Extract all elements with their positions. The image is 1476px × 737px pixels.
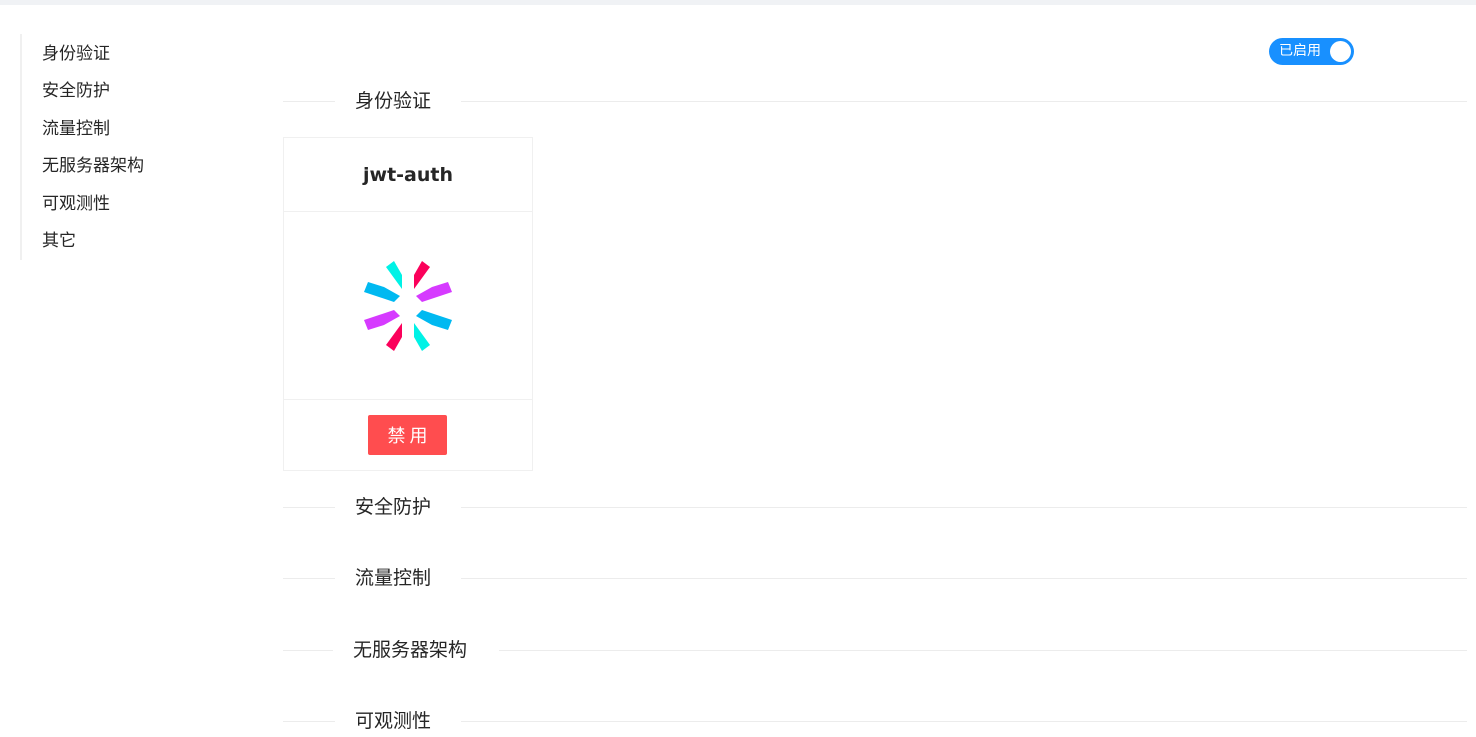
sidebar-item-serverless[interactable]: 无服务器架构	[42, 154, 144, 178]
sidebar-item-observability[interactable]: 可观测性	[42, 192, 110, 216]
section-divider-authentication: 身份验证	[283, 89, 1467, 113]
divider-line-left	[283, 101, 335, 102]
toggle-label: 已启用	[1279, 43, 1321, 59]
section-title: 身份验证	[355, 90, 432, 112]
disable-button[interactable]: 禁用	[368, 415, 447, 455]
divider-line-left	[283, 650, 333, 651]
divider-line-right	[461, 507, 1467, 508]
plugin-name: jwt-auth	[363, 163, 453, 186]
divider-line-right	[499, 650, 1467, 651]
top-bar	[0, 0, 1476, 5]
section-divider-serverless: 无服务器架构	[283, 638, 1467, 662]
enabled-toggle[interactable]: 已启用	[1269, 38, 1354, 65]
divider-line-right	[461, 101, 1467, 102]
jwt-logo-icon	[364, 260, 452, 351]
toggle-knob	[1330, 41, 1351, 62]
sidebar-item-security[interactable]: 安全防护	[42, 79, 110, 103]
category-anchor-nav: 身份验证 安全防护 流量控制 无服务器架构 可观测性 其它	[20, 34, 222, 260]
section-divider-security: 安全防护	[283, 495, 1467, 519]
sidebar-item-authentication[interactable]: 身份验证	[42, 42, 110, 66]
sidebar-item-other[interactable]: 其它	[42, 229, 76, 253]
section-title: 流量控制	[355, 567, 432, 589]
plugin-card-header: jwt-auth	[284, 138, 532, 212]
plugin-card: jwt-auth 禁用	[283, 137, 533, 471]
section-title: 可观测性	[355, 710, 432, 732]
divider-line-left	[283, 721, 335, 722]
divider-line-left	[283, 507, 335, 508]
section-title: 安全防护	[355, 496, 432, 518]
section-divider-traffic-control: 流量控制	[283, 566, 1467, 590]
divider-line-right	[461, 721, 1467, 722]
plugin-card-body	[284, 212, 532, 399]
section-title: 无服务器架构	[353, 639, 468, 661]
divider-line-right	[461, 578, 1467, 579]
section-divider-observability: 可观测性	[283, 709, 1467, 733]
sidebar-item-traffic-control[interactable]: 流量控制	[42, 117, 110, 141]
divider-line-left	[283, 578, 335, 579]
plugin-card-footer: 禁用	[284, 399, 532, 471]
